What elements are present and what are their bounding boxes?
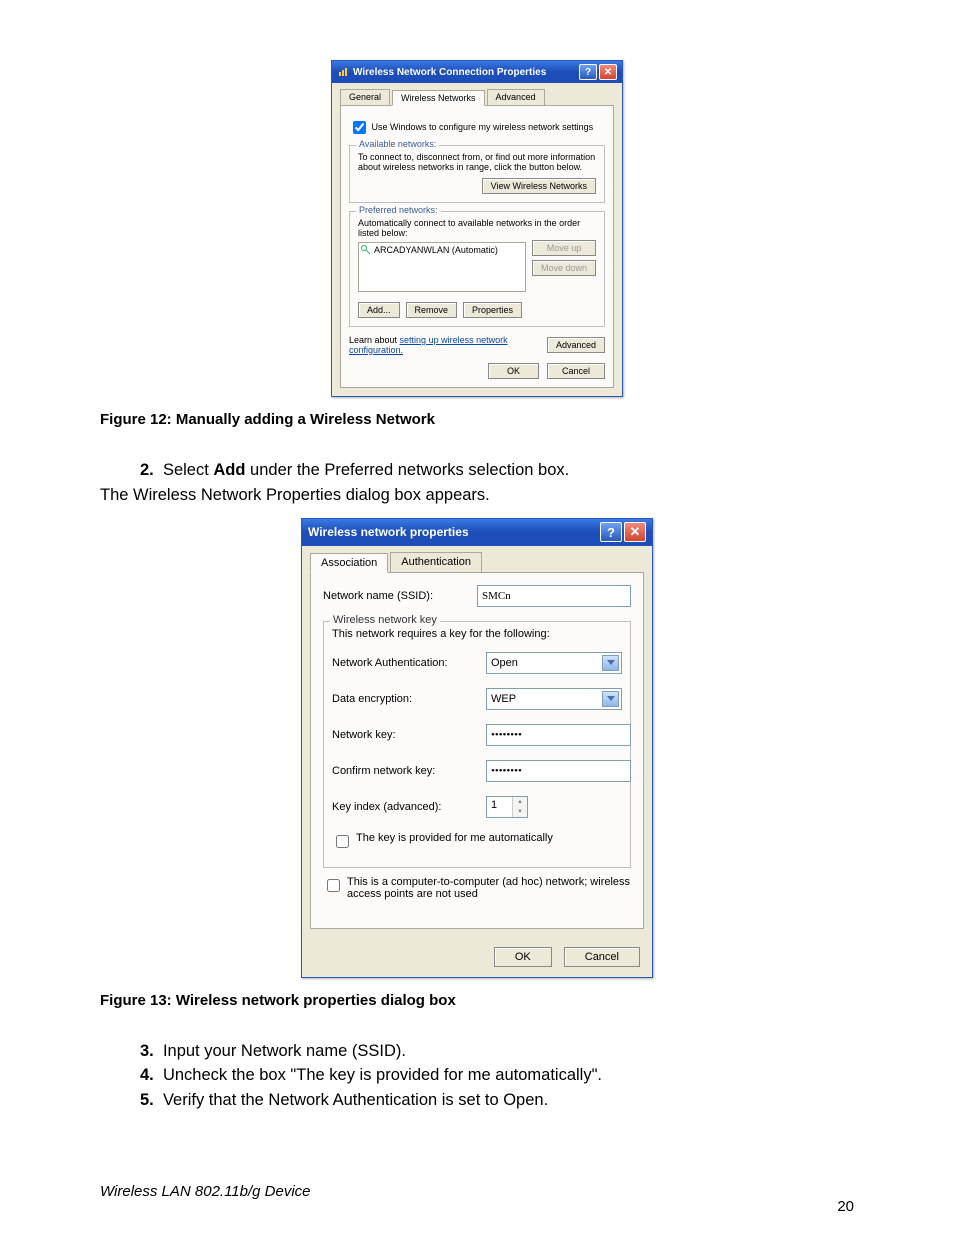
spinner-up-icon[interactable]: ▲ (513, 797, 527, 807)
key-index-label: Key index (advanced): (332, 801, 482, 813)
add-button[interactable]: Add... (358, 302, 400, 318)
wireless-icon (337, 66, 349, 78)
preferred-networks-group: Preferred networks: Automatically connec… (349, 211, 605, 327)
close-button[interactable]: ✕ (599, 64, 617, 80)
ssid-input[interactable] (477, 585, 631, 607)
view-wireless-networks-button[interactable]: View Wireless Networks (482, 178, 596, 194)
network-key-icon (361, 245, 371, 255)
network-auth-label: Network Authentication: (332, 657, 482, 669)
ok-button[interactable]: OK (494, 947, 552, 967)
wireless-network-properties-dialog: Wireless network properties ? ✕ Associat… (301, 518, 653, 978)
help-button[interactable]: ? (600, 522, 622, 542)
step-2: 2. Select Add under the Preferred networ… (140, 458, 854, 483)
preferred-legend: Preferred networks: (356, 205, 441, 215)
data-encryption-select[interactable]: WEP (486, 688, 622, 710)
key-legend: Wireless network key (330, 614, 440, 626)
step-4: 4. Uncheck the box "The key is provided … (140, 1063, 854, 1088)
list-item[interactable]: ARCADYANWLAN (Automatic) (361, 245, 498, 289)
help-button[interactable]: ? (579, 64, 597, 80)
step-5: 5. Verify that the Network Authenticatio… (140, 1088, 854, 1113)
footer-device-name: Wireless LAN 802.11b/g Device (100, 1183, 311, 1200)
learn-about-text: Learn about setting up wireless network … (349, 335, 537, 355)
chevron-down-icon (607, 660, 615, 665)
tab-general[interactable]: General (340, 89, 390, 105)
connection-properties-dialog: Wireless Network Connection Properties ?… (331, 60, 623, 397)
step-3: 3. Input your Network name (SSID). (140, 1039, 854, 1064)
move-up-button[interactable]: Move up (532, 240, 596, 256)
tab-wireless-networks[interactable]: Wireless Networks (392, 90, 485, 106)
remove-button[interactable]: Remove (406, 302, 458, 318)
use-windows-label: Use Windows to configure my wireless net… (372, 122, 594, 132)
dialog-title: Wireless Network Connection Properties (353, 67, 546, 78)
dialog-title: Wireless network properties (308, 525, 469, 539)
available-legend: Available networks: (356, 139, 439, 149)
step-2-line2: The Wireless Network Properties dialog b… (100, 483, 854, 508)
cancel-button[interactable]: Cancel (547, 363, 605, 379)
properties-button[interactable]: Properties (463, 302, 522, 318)
key-index-spinner[interactable]: 1 ▲▼ (486, 796, 528, 818)
key-text: This network requires a key for the foll… (332, 628, 622, 640)
spinner-down-icon[interactable]: ▼ (513, 807, 527, 817)
tab-authentication[interactable]: Authentication (390, 552, 482, 572)
network-key-label: Network key: (332, 729, 482, 741)
available-networks-group: Available networks: To connect to, disco… (349, 145, 605, 203)
ok-button[interactable]: OK (488, 363, 539, 379)
wireless-key-group: Wireless network key This network requir… (323, 621, 631, 868)
use-windows-checkbox-row: Use Windows to configure my wireless net… (349, 118, 605, 137)
tab-panel: Network name (SSID): Wireless network ke… (310, 572, 644, 929)
available-text: To connect to, disconnect from, or find … (358, 152, 596, 172)
key-auto-checkbox[interactable] (336, 835, 349, 848)
page-number: 20 (837, 1198, 854, 1215)
preferred-networks-list[interactable]: ARCADYANWLAN (Automatic) (358, 242, 526, 292)
confirm-key-label: Confirm network key: (332, 765, 482, 777)
titlebar[interactable]: Wireless network properties ? ✕ (302, 519, 652, 546)
network-auth-select[interactable]: Open (486, 652, 622, 674)
cancel-button[interactable]: Cancel (564, 947, 640, 967)
tab-panel: Use Windows to configure my wireless net… (340, 105, 614, 388)
adhoc-label: This is a computer-to-computer (ad hoc) … (347, 876, 631, 900)
tab-advanced[interactable]: Advanced (487, 89, 545, 105)
confirm-key-input[interactable] (486, 760, 631, 782)
use-windows-checkbox[interactable] (353, 121, 366, 134)
tab-strip: Association Authentication (310, 552, 644, 573)
tab-association[interactable]: Association (310, 553, 388, 573)
advanced-button[interactable]: Advanced (547, 337, 605, 353)
ssid-label: Network name (SSID): (323, 590, 473, 602)
network-item-label: ARCADYANWLAN (Automatic) (374, 245, 498, 255)
figure-13-caption: Figure 13: Wireless network properties d… (100, 992, 854, 1009)
adhoc-checkbox[interactable] (327, 879, 340, 892)
network-key-input[interactable] (486, 724, 631, 746)
close-button[interactable]: ✕ (624, 522, 646, 542)
figure-12-caption: Figure 12: Manually adding a Wireless Ne… (100, 411, 854, 428)
preferred-text: Automatically connect to available netwo… (358, 218, 596, 238)
chevron-down-icon (607, 696, 615, 701)
titlebar[interactable]: Wireless Network Connection Properties ?… (332, 61, 622, 83)
tab-strip: General Wireless Networks Advanced (340, 89, 614, 106)
move-down-button[interactable]: Move down (532, 260, 596, 276)
key-auto-label: The key is provided for me automatically (356, 832, 553, 844)
data-encryption-label: Data encryption: (332, 693, 482, 705)
